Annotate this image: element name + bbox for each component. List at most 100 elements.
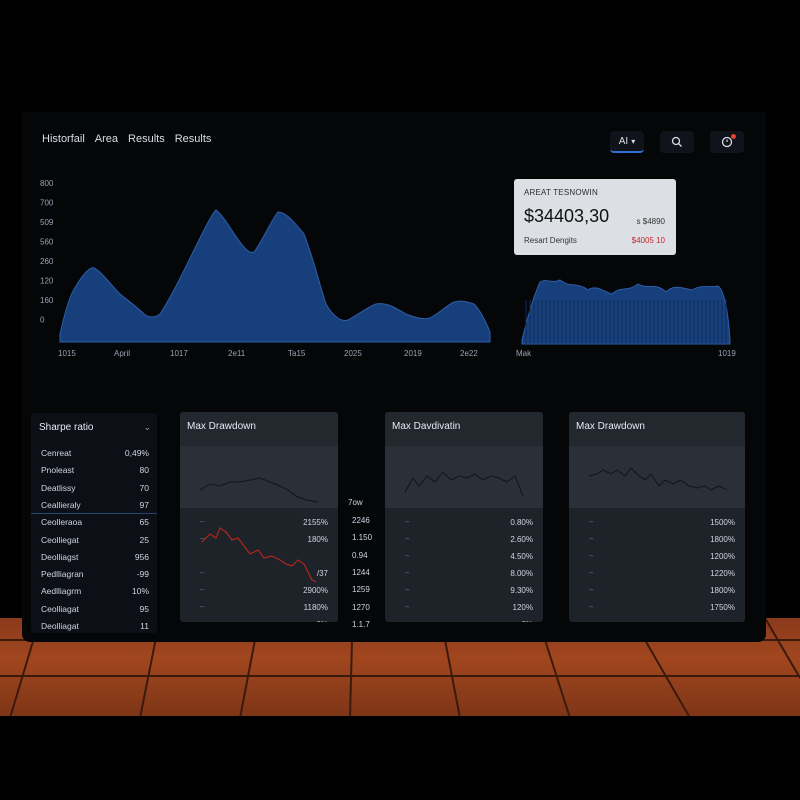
x-tick-label: 1017 bbox=[170, 349, 188, 358]
sharpe-row-value: 25 bbox=[139, 534, 149, 545]
sharpe-row[interactable]: Pnoleast 80 bbox=[31, 462, 157, 479]
nav-item-area[interactable]: Area bbox=[95, 133, 118, 145]
y-tick-label: 0 bbox=[40, 316, 45, 325]
drawdown-panel-1: Max Drawdown – 2155% – 180% – /37 – 2900% – 1180%… bbox=[180, 412, 338, 622]
panel-row[interactable]: – 0.80% bbox=[385, 515, 543, 532]
sharpe-row[interactable]: Ceolleraoa 65 bbox=[31, 514, 157, 531]
x-tick-label: 2e22 bbox=[460, 349, 478, 358]
y-tick-label: 160 bbox=[40, 296, 54, 305]
panel-row-value: 4.50% bbox=[510, 552, 533, 561]
ai-label: AI bbox=[618, 135, 629, 147]
panel-row-value: 2900% bbox=[303, 586, 328, 595]
panel-row-value: 1750% bbox=[710, 603, 735, 612]
x-tick-label: Ta15 bbox=[288, 349, 306, 358]
row-dash: – bbox=[589, 517, 594, 526]
sharpe-row-value: 70 bbox=[139, 482, 149, 493]
sharpe-row[interactable]: Ceolliegat 25 bbox=[31, 532, 157, 549]
panel-row[interactable]: – 1180% bbox=[180, 600, 338, 617]
sparkline-svg bbox=[588, 467, 728, 491]
sharpe-row-value: 0,49% bbox=[124, 448, 149, 458]
y-tick-label: 509 bbox=[40, 218, 54, 227]
toolbar: AI ▾ bbox=[610, 131, 744, 153]
sharpe-row[interactable]: Cenreat 0,49% bbox=[31, 445, 157, 462]
row-dash: – bbox=[589, 602, 594, 611]
y-tick-label: 560 bbox=[40, 238, 54, 247]
side-x-tick-right: 1019 bbox=[718, 349, 736, 358]
sharpe-row-label: Deolliagat bbox=[41, 621, 79, 631]
sharpe-row[interactable]: Deolliagst 956 bbox=[31, 549, 157, 566]
sharpe-row[interactable]: Ceallieraly 97 bbox=[31, 497, 157, 514]
row-dash: – bbox=[405, 602, 410, 611]
panel-row[interactable]: – ~0% bbox=[385, 617, 543, 622]
y-tick-label: 120 bbox=[40, 277, 54, 286]
sharpe-ratio-panel: Sharpe ratio ⌄ Cenreat 0,49% Pnoleast 80 Dea… bbox=[31, 413, 157, 633]
x-tick-label: 2e11 bbox=[228, 349, 246, 358]
sharpe-title: Sharpe ratio bbox=[39, 422, 94, 433]
row-dash: – bbox=[405, 619, 409, 622]
notifications-button[interactable] bbox=[710, 131, 744, 153]
mid-column-header: 7ow bbox=[348, 498, 363, 507]
panel-row[interactable]: – 4.50% bbox=[385, 549, 543, 566]
panel-row-value: 180% bbox=[307, 535, 328, 544]
panel-row[interactable]: – 8.00% bbox=[385, 566, 543, 583]
row-dash: – bbox=[405, 517, 410, 526]
sharpe-row-label: Aedlliagrm bbox=[41, 586, 82, 597]
main-area-chart-svg: 800 700 509 560 260 120 160 0 1015 April 1017 2e11… bbox=[40, 179, 491, 358]
nav-item-historfail[interactable]: Historfail bbox=[42, 133, 85, 145]
sharpe-row-label: Deatlissy bbox=[41, 482, 76, 493]
y-tick-label: 800 bbox=[40, 179, 54, 188]
sharpe-row-label: Ceolliegat bbox=[41, 534, 79, 545]
sparkline-series bbox=[199, 477, 319, 503]
sharpe-row-value: 10% bbox=[131, 586, 149, 597]
panel-row-value: 2155% bbox=[303, 518, 328, 527]
row-dash: – bbox=[200, 602, 205, 611]
panel-row[interactable]: – 1500% bbox=[569, 515, 745, 532]
sharpe-row[interactable]: Ceolliagat 95 bbox=[31, 601, 157, 618]
row-dash: – bbox=[405, 585, 410, 594]
panel-row-value: 2.60% bbox=[510, 535, 533, 544]
panel-row[interactable]: – 1800% bbox=[569, 583, 745, 600]
sharpe-row-label: Ceallieraly bbox=[41, 499, 81, 510]
panel-sparkline bbox=[385, 446, 543, 508]
chevron-down-icon[interactable]: ⌄ bbox=[143, 422, 151, 433]
sharpe-row-label: Cenreat bbox=[41, 448, 72, 458]
sharpe-row[interactable]: Pedlliagran -99 bbox=[31, 566, 157, 583]
ai-dropdown-button[interactable]: AI ▾ bbox=[610, 131, 644, 153]
sparkline-series bbox=[588, 467, 728, 491]
x-tick-label: 2019 bbox=[404, 349, 422, 358]
panel-row[interactable]: – 180% bbox=[180, 532, 338, 549]
panel-row[interactable]: – 2155% bbox=[180, 515, 338, 532]
panel-row-value: 1220% bbox=[710, 569, 735, 578]
sharpe-row[interactable]: Deatlissy 70 bbox=[31, 480, 157, 497]
row-dash: – bbox=[405, 568, 410, 577]
panel-row[interactable]: – 2.60% bbox=[385, 532, 543, 549]
row-dash: – bbox=[200, 585, 205, 594]
panel-row[interactable]: – 9.30% bbox=[385, 583, 543, 600]
top-nav: Historfail Area Results Results bbox=[42, 133, 211, 145]
panel-row-value: 1800% bbox=[710, 586, 735, 595]
panel-row[interactable]: – ~0% bbox=[180, 617, 338, 622]
tooltip-title: AREAT TESNOWIN bbox=[524, 188, 598, 197]
sharpe-row-value: 65 bbox=[139, 517, 149, 528]
nav-item-results-2[interactable]: Results bbox=[175, 133, 212, 145]
panel-row[interactable]: – 120% bbox=[385, 600, 543, 617]
main-area-series bbox=[59, 209, 491, 343]
sharpe-row-value: 11 bbox=[140, 621, 149, 631]
sharpe-row[interactable]: Aedlliagrm 10% bbox=[31, 583, 157, 600]
panel-row[interactable]: – 1220% bbox=[569, 566, 745, 583]
search-icon bbox=[671, 136, 682, 147]
tooltip-value: $34403,30 bbox=[524, 206, 610, 226]
x-tick-label: 2025 bbox=[344, 349, 362, 358]
chevron-down-icon: ▾ bbox=[631, 136, 636, 146]
row-dash: – bbox=[405, 534, 410, 543]
side-x-tick-left: Mak bbox=[516, 349, 532, 358]
panel-row[interactable]: – 1800% bbox=[569, 532, 745, 549]
sharpe-row[interactable]: Deolliagat 11 bbox=[31, 618, 157, 635]
panel-row[interactable]: – 1750% bbox=[569, 600, 745, 617]
panel-sparkline bbox=[569, 446, 745, 508]
nav-item-results[interactable]: Results bbox=[128, 133, 165, 145]
panel-row[interactable]: – 2900% bbox=[180, 583, 338, 600]
search-button[interactable] bbox=[660, 131, 694, 153]
panel-row[interactable]: – /37 bbox=[180, 566, 338, 583]
panel-row[interactable]: – 1200% bbox=[569, 549, 745, 566]
